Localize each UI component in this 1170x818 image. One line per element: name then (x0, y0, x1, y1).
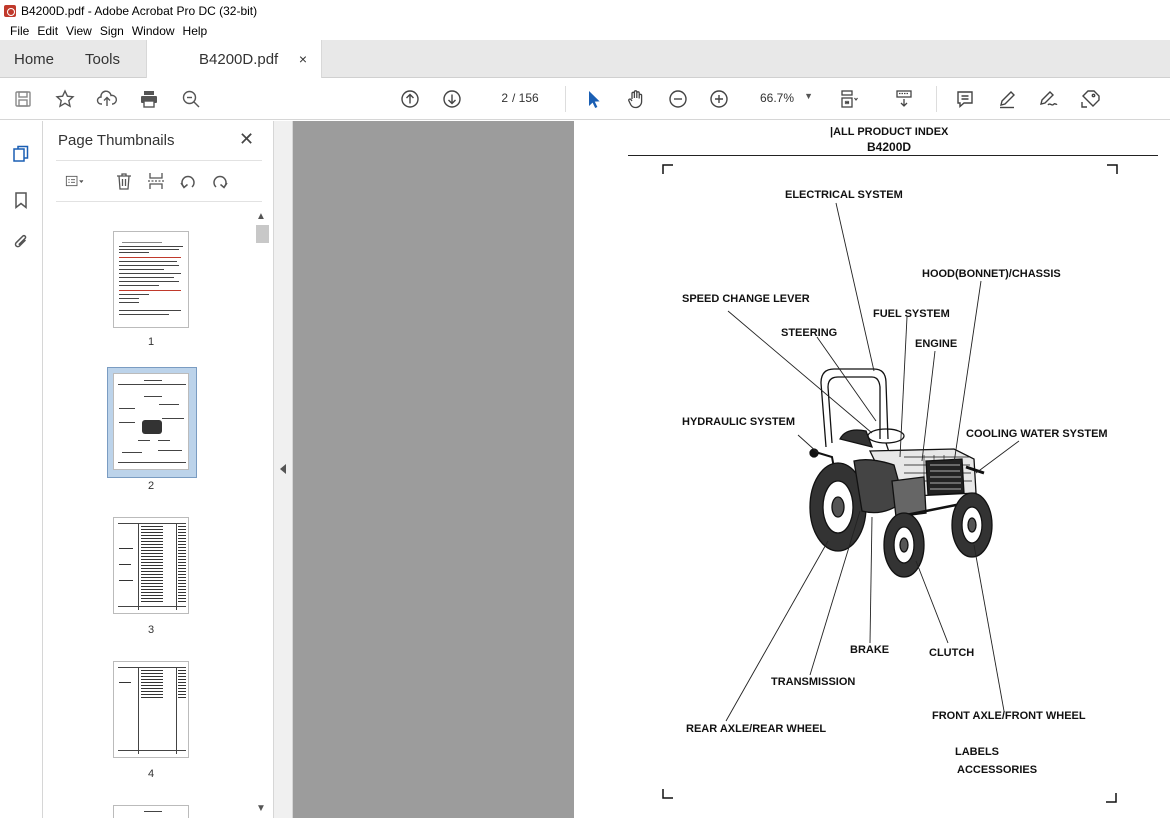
upload-cloud-icon[interactable] (94, 86, 120, 112)
zoom-search-icon[interactable] (178, 86, 204, 112)
panel-title: Page Thumbnails (58, 132, 175, 149)
thumbnail-page-number: 3 (147, 624, 155, 636)
divider (56, 160, 262, 161)
next-page-icon[interactable] (439, 86, 465, 112)
close-icon[interactable]: ✕ (239, 129, 254, 150)
toolbar-divider (936, 86, 937, 112)
bookmarks-icon[interactable] (8, 187, 34, 213)
page-total: / 156 (512, 91, 539, 105)
label-clutch: CLUTCH (929, 647, 975, 659)
tab-tools[interactable]: Tools (85, 40, 120, 78)
left-nav-rail (0, 121, 43, 818)
insert-page-icon[interactable] (144, 169, 168, 193)
divider (56, 201, 262, 202)
acrobat-logo-icon (4, 4, 16, 17)
thumbnail-page-number: 2 (147, 480, 155, 492)
save-icon[interactable] (10, 86, 36, 112)
label-cooling-water-system: COOLING WATER SYSTEM (966, 428, 1108, 440)
window-title: B4200D.pdf - Adobe Acrobat Pro DC (32-bi… (21, 3, 258, 18)
label-brake: BRAKE (850, 644, 890, 656)
label-speed-change-lever: SPEED CHANGE LEVER (682, 293, 810, 305)
page-thumbnail-5[interactable] (113, 805, 189, 818)
document-canvas (293, 121, 574, 818)
current-page-input[interactable]: 2 (482, 87, 508, 109)
scroll-up-icon[interactable]: ▲ (256, 211, 266, 222)
thumbnail-page-number: 1 (147, 336, 155, 348)
menu-bar: File Edit View Sign Window Help (0, 21, 1170, 40)
zoom-level-value: 66.7% (760, 91, 795, 105)
rotate-clockwise-icon[interactable] (208, 169, 232, 193)
menu-sign[interactable]: Sign (96, 24, 128, 38)
title-bar: B4200D.pdf - Adobe Acrobat Pro DC (32-bi… (0, 0, 1170, 21)
tab-document-label: B4200D.pdf (199, 50, 279, 68)
print-icon[interactable] (136, 86, 162, 112)
menu-help[interactable]: Help (179, 24, 212, 38)
page-thumbnail-4[interactable] (113, 661, 189, 758)
page-thumbnails-icon[interactable] (8, 141, 34, 167)
label-rear-axle: REAR AXLE/REAR WHEEL (686, 723, 827, 735)
label-labels: LABELS (955, 746, 999, 758)
scroll-down-icon[interactable]: ▼ (256, 803, 266, 814)
menu-edit[interactable]: Edit (33, 24, 62, 38)
page-thumbnail-1[interactable] (113, 231, 189, 328)
label-engine: ENGINE (915, 338, 958, 350)
label-accessories: ACCESSORIES (957, 764, 1038, 776)
chevron-down-icon: ▼ (804, 91, 813, 101)
toolbar-divider (565, 86, 566, 112)
thumbnail-toolbar (56, 169, 262, 195)
label-steering: STEERING (781, 327, 838, 339)
zoom-level-select[interactable]: 66.7% ▼ (755, 86, 817, 110)
label-front-axle: FRONT AXLE/FRONT WHEEL (932, 710, 1086, 722)
scrollbar-thumb[interactable] (256, 225, 269, 243)
label-electrical-system: ELECTRICAL SYSTEM (785, 189, 903, 201)
thumbnails-panel: Page Thumbnails ✕ 1 2 3 4 ▲ ▼ (43, 121, 273, 818)
pdf-page: |ALL PRODUCT INDEX B4200D ELECTRICAL SYS… (574, 121, 1170, 818)
attachments-icon[interactable] (8, 229, 34, 255)
label-hood-chassis: HOOD(BONNET)/CHASSIS (922, 268, 1061, 280)
previous-page-icon[interactable] (397, 86, 423, 112)
label-transmission: TRANSMISSION (771, 676, 856, 688)
menu-file[interactable]: File (6, 24, 33, 38)
menu-window[interactable]: Window (128, 24, 179, 38)
thumbnail-scrollbar[interactable]: ▲ ▼ (255, 211, 269, 814)
page-thumbnail-3[interactable] (113, 517, 189, 614)
bookmark-star-icon[interactable] (52, 86, 78, 112)
panel-splitter[interactable] (273, 121, 293, 818)
delete-page-icon[interactable] (112, 169, 136, 193)
rotate-counterclockwise-icon[interactable] (176, 169, 200, 193)
label-hydraulic-system: HYDRAULIC SYSTEM (682, 416, 796, 428)
tab-bar: Home Tools B4200D.pdf × (0, 40, 1170, 78)
label-fuel-system: FUEL SYSTEM (873, 308, 950, 320)
toolbar (0, 78, 1170, 120)
tab-document[interactable]: B4200D.pdf × (146, 40, 322, 78)
page-thumbnail-2[interactable] (113, 373, 189, 470)
menu-view[interactable]: View (62, 24, 96, 38)
thumbnail-page-number: 4 (147, 768, 155, 780)
collapse-panel-icon[interactable] (280, 464, 286, 474)
tab-home[interactable]: Home (14, 40, 54, 78)
options-menu-icon[interactable] (58, 169, 92, 193)
tab-close-button[interactable]: × (299, 51, 307, 67)
